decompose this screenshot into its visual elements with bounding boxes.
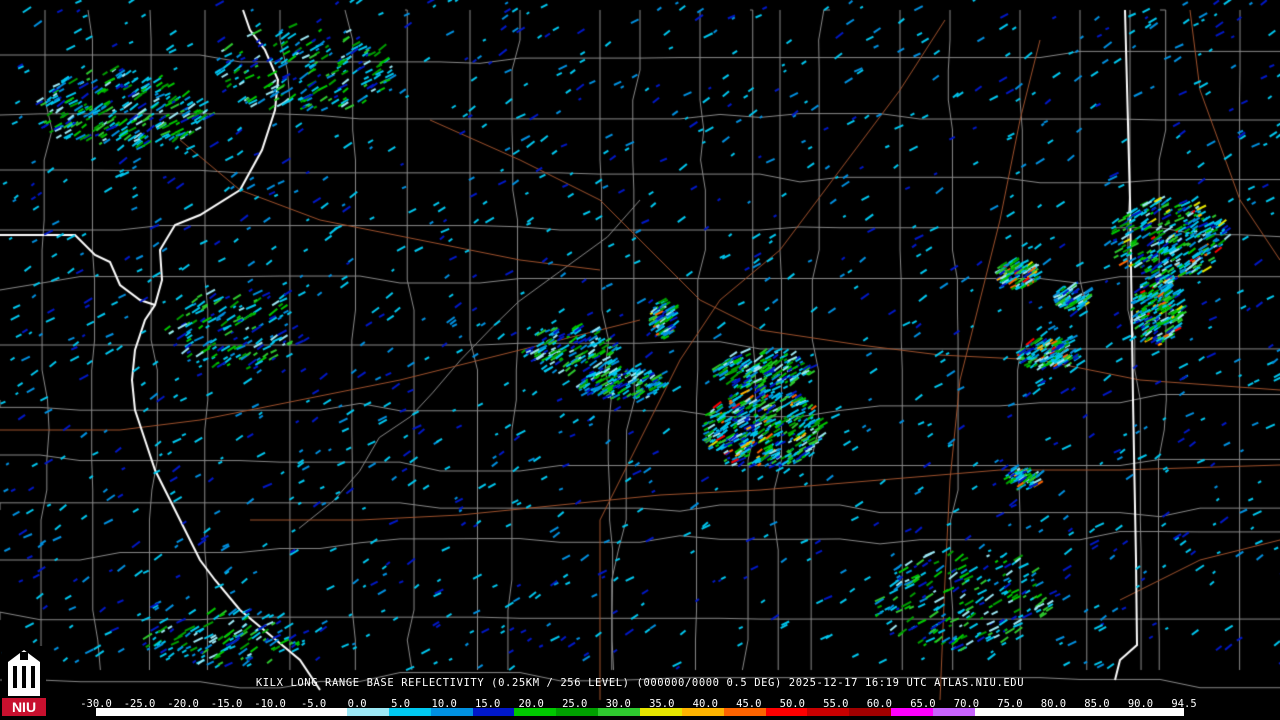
scale-segment	[221, 708, 264, 716]
scale-segment	[430, 708, 473, 716]
product-caption: KILX LONG RANGE BASE REFLECTIVITY (0.25K…	[255, 677, 1025, 689]
scale-segment	[179, 708, 222, 716]
scale-segment	[849, 708, 892, 716]
scale-segment	[681, 708, 724, 716]
color-scale-labels: -30.0 -25.0 -20.0 -15.0 -10.0 -5.0 0.0 5.0 10.0 1…	[80, 698, 1196, 710]
scale-segment	[1142, 708, 1184, 716]
scale-segment	[388, 708, 431, 716]
scale-segment	[807, 708, 850, 716]
scale-segment	[598, 708, 640, 716]
scale-segment	[639, 708, 682, 716]
color-scale-bar	[96, 708, 1184, 716]
scale-segment	[891, 708, 933, 716]
scale-segment	[305, 708, 348, 716]
scale-segment	[472, 708, 515, 716]
scale-segment	[137, 708, 180, 716]
radar-map	[0, 0, 1280, 720]
scale-segment	[556, 708, 599, 716]
scale-segment	[347, 708, 389, 716]
logo-text: NIU	[12, 699, 36, 715]
scale-segment	[1100, 708, 1143, 716]
scale-segment	[1058, 708, 1101, 716]
scale-segment	[765, 708, 808, 716]
scale-segment	[263, 708, 306, 716]
niu-tower-logo-icon: NIU	[2, 646, 46, 718]
scale-segment	[932, 708, 975, 716]
scale-segment	[974, 708, 1017, 716]
scale-segment	[514, 708, 557, 716]
scale-segment	[1016, 708, 1059, 716]
scale-segment	[723, 708, 766, 716]
scale-segment	[96, 708, 138, 716]
